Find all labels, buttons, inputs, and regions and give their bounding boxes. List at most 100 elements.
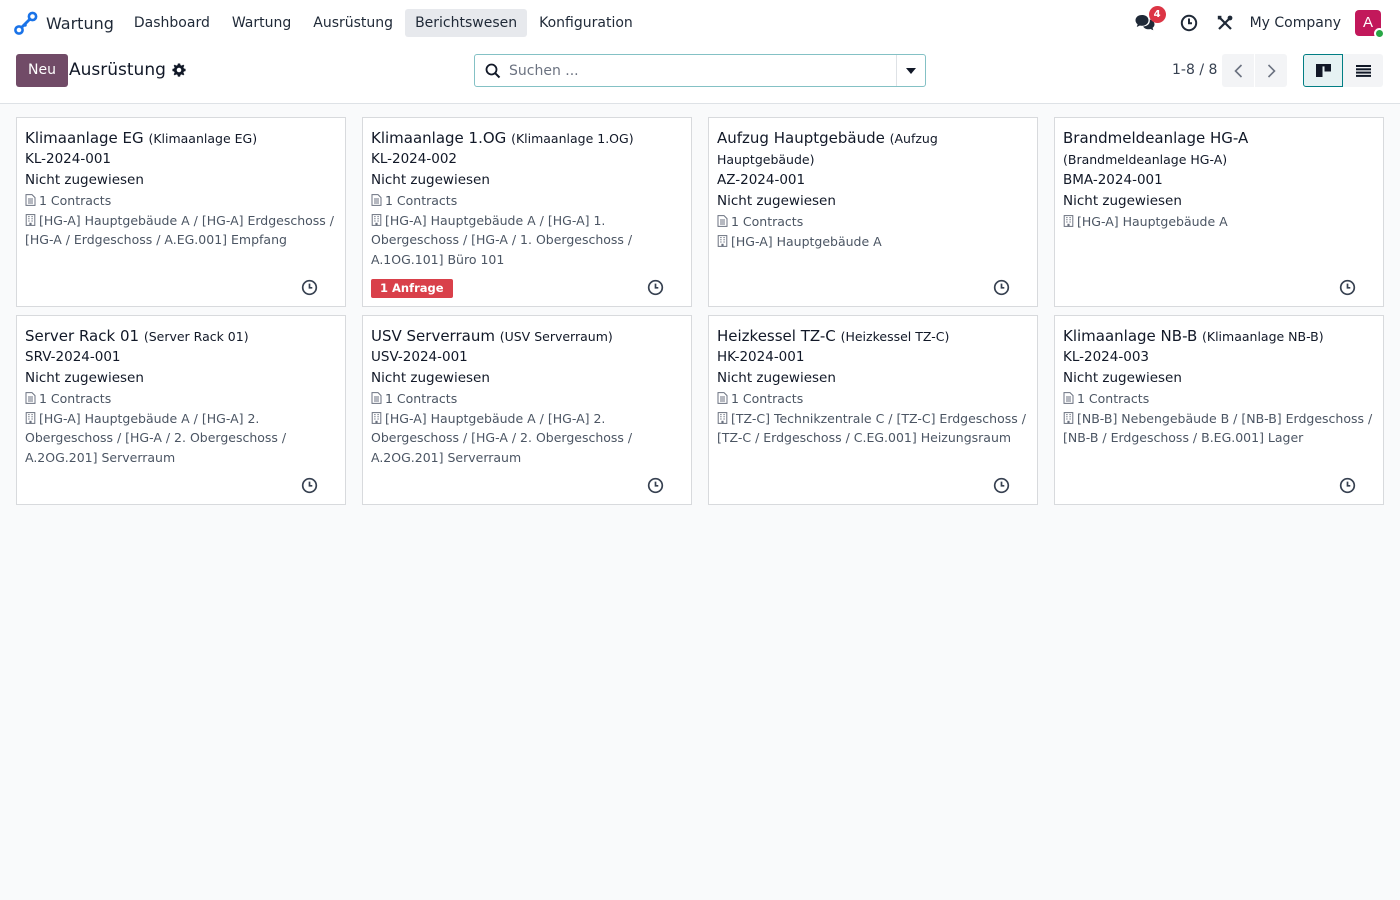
contracts-line: 1 Contracts bbox=[371, 389, 683, 409]
location-line: [NB-B] Nebengebäude B / [NB-B] Erdgescho… bbox=[1063, 409, 1375, 448]
pager-value[interactable]: 1-8 / 8 bbox=[1172, 62, 1217, 78]
activity-clock-icon[interactable] bbox=[301, 279, 318, 296]
equipment-card[interactable]: Aufzug Hauptgebäude (Aufzug Hauptgebäude… bbox=[708, 117, 1038, 307]
tools-icon bbox=[1217, 15, 1232, 30]
contracts-line: 1 Contracts bbox=[1063, 389, 1375, 409]
equipment-card[interactable]: Klimaanlage NB-B (Klimaanlage NB-B) KL-2… bbox=[1054, 315, 1384, 505]
search-input[interactable] bbox=[509, 62, 896, 79]
equipment-card[interactable]: Klimaanlage 1.OG (Klimaanlage 1.OG) KL-2… bbox=[362, 117, 692, 307]
breadcrumb: Ausrüstung bbox=[69, 60, 186, 80]
equipment-reference: SRV-2024-001 bbox=[25, 349, 121, 365]
contracts-count: 1 Contracts bbox=[731, 214, 804, 229]
document-icon bbox=[371, 194, 382, 206]
contracts-count: 1 Contracts bbox=[731, 391, 804, 406]
equipment-assignee: Nicht zugewiesen bbox=[1063, 193, 1182, 209]
new-button[interactable]: Neu bbox=[16, 54, 68, 87]
equipment-card[interactable]: Server Rack 01 (Server Rack 01) SRV-2024… bbox=[16, 315, 346, 505]
building-icon bbox=[25, 213, 36, 226]
contracts-count: 1 Contracts bbox=[39, 391, 112, 406]
equipment-reference: KL-2024-003 bbox=[1063, 349, 1150, 365]
menu-item-berichtswesen[interactable]: Berichtswesen bbox=[405, 9, 528, 37]
activity-clock-icon[interactable] bbox=[301, 477, 318, 494]
equipment-location: [TZ-C] Technikzentrale C / [TZ-C] Erdges… bbox=[717, 410, 1026, 446]
activity-clock-icon[interactable] bbox=[647, 477, 664, 494]
equipment-assignee: Nicht zugewiesen bbox=[25, 172, 144, 188]
equipment-name-line: Aufzug Hauptgebäude (Aufzug Hauptgebäude… bbox=[717, 128, 1029, 170]
equipment-location: [HG-A] Hauptgebäude A / [HG-A] 2. Oberge… bbox=[371, 410, 633, 465]
contracts-line: 1 Contracts bbox=[25, 191, 337, 211]
equipment-name-line: Klimaanlage 1.OG (Klimaanlage 1.OG) bbox=[371, 128, 683, 149]
main-menu: Dashboard Wartung Ausrüstung Berichtswes… bbox=[124, 0, 645, 46]
equipment-reference: USV-2024-001 bbox=[371, 349, 468, 365]
equipment-assignee: Nicht zugewiesen bbox=[25, 370, 144, 386]
contracts-count: 1 Contracts bbox=[385, 193, 458, 208]
equipment-reference: HK-2024-001 bbox=[717, 349, 805, 365]
avatar-letter: A bbox=[1362, 14, 1373, 31]
search-options-toggle[interactable] bbox=[896, 55, 925, 86]
equipment-location: [HG-A] Hauptgebäude A bbox=[1077, 214, 1228, 229]
contracts-count: 1 Contracts bbox=[1077, 391, 1150, 406]
activity-clock-icon[interactable] bbox=[1339, 279, 1356, 296]
equipment-card[interactable]: USV Serverraum (USV Serverraum) USV-2024… bbox=[362, 315, 692, 505]
equipment-card[interactable]: Brandmeldeanlage HG-A (Brandmeldeanlage … bbox=[1054, 117, 1384, 307]
pager-previous-button[interactable] bbox=[1222, 54, 1254, 87]
location-line: [HG-A] Hauptgebäude A bbox=[717, 232, 1029, 252]
equipment-reference: AZ-2024-001 bbox=[717, 172, 806, 188]
page-title: Ausrüstung bbox=[69, 60, 166, 80]
equipment-display-name: (USV Serverraum) bbox=[499, 329, 613, 344]
equipment-name-line: Heizkessel TZ-C (Heizkessel TZ-C) bbox=[717, 326, 1029, 347]
activity-clock-icon[interactable] bbox=[1339, 477, 1356, 494]
equipment-name: Brandmeldeanlage HG-A bbox=[1063, 129, 1249, 147]
search-bar bbox=[474, 54, 926, 87]
top-navbar: Wartung Dashboard Wartung Ausrüstung Ber… bbox=[0, 0, 1400, 46]
maintenance-request-badge[interactable]: 1 Anfrage bbox=[371, 279, 453, 298]
user-avatar[interactable]: A bbox=[1355, 10, 1385, 39]
contracts-line: 1 Contracts bbox=[25, 389, 337, 409]
kanban-view-button[interactable] bbox=[1303, 54, 1343, 87]
activity-clock-icon[interactable] bbox=[993, 477, 1010, 494]
equipment-display-name: (Brandmeldeanlage HG-A) bbox=[1063, 152, 1228, 167]
equipment-assignee: Nicht zugewiesen bbox=[371, 172, 490, 188]
equipment-location: [HG-A] Hauptgebäude A / [HG-A] 1. Oberge… bbox=[371, 212, 633, 267]
menu-item-konfiguration[interactable]: Konfiguration bbox=[529, 9, 643, 37]
gear-icon[interactable] bbox=[172, 63, 186, 77]
online-status-dot bbox=[1374, 28, 1385, 39]
list-view-button[interactable] bbox=[1343, 54, 1383, 87]
menu-item-wartung[interactable]: Wartung bbox=[222, 9, 301, 37]
contracts-line: 1 Contracts bbox=[717, 212, 1029, 232]
equipment-assignee: Nicht zugewiesen bbox=[371, 370, 490, 386]
equipment-assignee: Nicht zugewiesen bbox=[1063, 370, 1182, 386]
list-icon bbox=[1355, 64, 1371, 77]
equipment-location: [NB-B] Nebengebäude B / [NB-B] Erdgescho… bbox=[1063, 410, 1373, 446]
caret-down-icon bbox=[906, 67, 916, 74]
location-line: [HG-A] Hauptgebäude A / [HG-A] 2. Oberge… bbox=[25, 409, 337, 468]
equipment-display-name: (Heizkessel TZ-C) bbox=[840, 329, 950, 344]
activity-clock-icon[interactable] bbox=[993, 279, 1010, 296]
equipment-name-line: Klimaanlage EG (Klimaanlage EG) bbox=[25, 128, 337, 149]
building-icon bbox=[1063, 215, 1074, 227]
equipment-card[interactable]: Klimaanlage EG (Klimaanlage EG) KL-2024-… bbox=[16, 117, 346, 307]
equipment-display-name: (Klimaanlage 1.OG) bbox=[511, 131, 634, 146]
equipment-name-line: Server Rack 01 (Server Rack 01) bbox=[25, 326, 337, 347]
menu-item-ausruestung[interactable]: Ausrüstung bbox=[303, 9, 403, 37]
activity-clock-icon[interactable] bbox=[647, 279, 664, 296]
messages-button[interactable]: 4 bbox=[1134, 6, 1166, 34]
equipment-location: [HG-A] Hauptgebäude A bbox=[731, 233, 882, 249]
equipment-name: Klimaanlage NB-B bbox=[1063, 327, 1198, 345]
activities-button[interactable] bbox=[1178, 12, 1200, 34]
app-brand[interactable]: Wartung bbox=[14, 0, 124, 46]
pager-next-button[interactable] bbox=[1255, 54, 1287, 87]
equipment-reference: KL-2024-002 bbox=[371, 151, 458, 167]
tools-button[interactable] bbox=[1214, 12, 1236, 34]
equipment-display-name: (Klimaanlage NB-B) bbox=[1202, 329, 1324, 344]
equipment-assignee: Nicht zugewiesen bbox=[717, 370, 836, 386]
contracts-line: 1 Contracts bbox=[371, 191, 683, 211]
location-line: [HG-A] Hauptgebäude A / [HG-A] Erdgescho… bbox=[25, 211, 337, 250]
app-logo-icon bbox=[14, 11, 38, 35]
equipment-card[interactable]: Heizkessel TZ-C (Heizkessel TZ-C) HK-202… bbox=[708, 315, 1038, 505]
menu-item-dashboard[interactable]: Dashboard bbox=[124, 9, 220, 37]
company-switcher[interactable]: My Company bbox=[1250, 15, 1341, 31]
location-line: [HG-A] Hauptgebäude A bbox=[1063, 212, 1375, 232]
equipment-display-name: (Klimaanlage EG) bbox=[148, 131, 258, 146]
equipment-name-line: Brandmeldeanlage HG-A (Brandmeldeanlage … bbox=[1063, 128, 1375, 170]
